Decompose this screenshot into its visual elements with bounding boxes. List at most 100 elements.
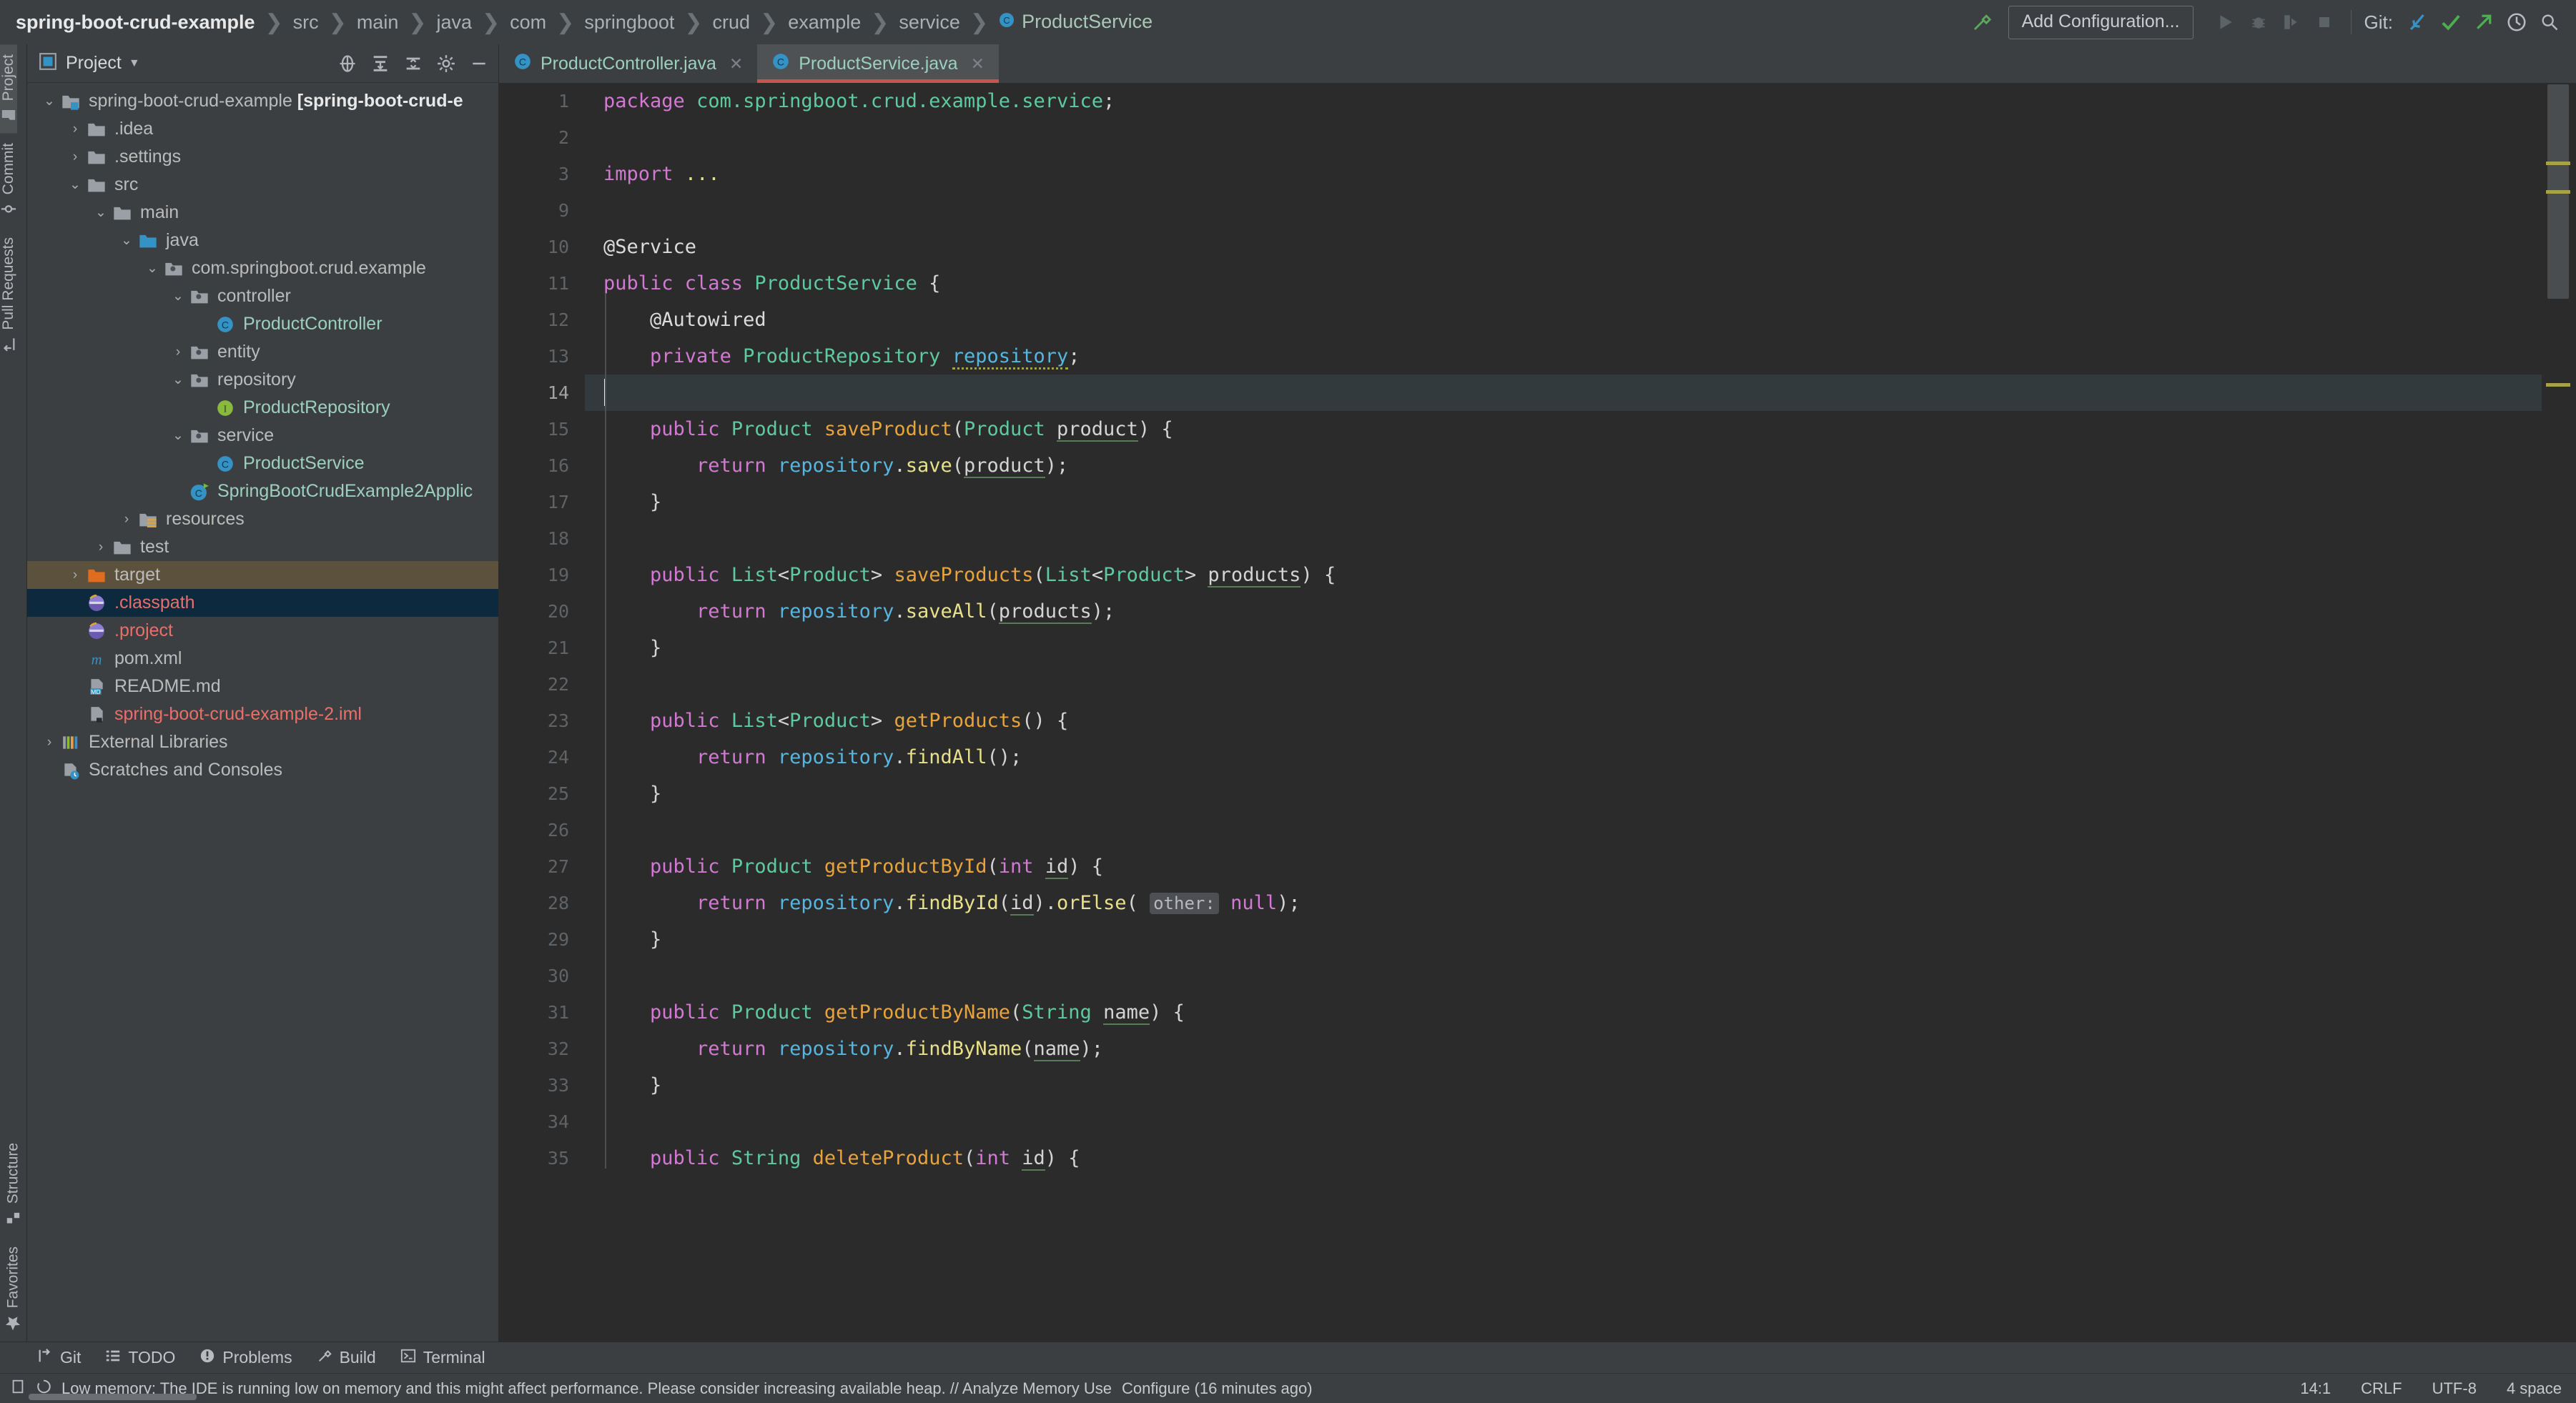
tree-node-com-springboot-crud-example[interactable]: ⌄com.springboot.crud.example	[27, 254, 498, 282]
chevron-right-icon[interactable]: ›	[92, 540, 110, 555]
tree-node-pom-xml[interactable]: ›mpom.xml	[27, 645, 498, 673]
collapse-all-icon[interactable]	[403, 53, 424, 74]
chevron-down-icon[interactable]: ⌄	[143, 260, 162, 277]
breadcrumb-item-com[interactable]: com	[507, 11, 549, 34]
tool-window-button-pull-requests[interactable]: Pull Requests	[0, 227, 17, 362]
bottom-tool-problems[interactable]: Problems	[199, 1348, 292, 1368]
tree-node-springbootcrudexample2applic[interactable]: ›CSpringBootCrudExample2Applic	[27, 477, 498, 505]
code-line[interactable]: @Service	[585, 229, 2542, 265]
encoding[interactable]: UTF-8	[2432, 1379, 2477, 1398]
code-line[interactable]	[585, 375, 2542, 411]
chevron-right-icon[interactable]: ›	[117, 512, 136, 527]
code-line[interactable]: }	[585, 921, 2542, 958]
select-opened-file-icon[interactable]	[337, 53, 358, 74]
code-line[interactable]	[585, 666, 2542, 703]
code-editor[interactable]: package com.springboot.crud.example.serv…	[585, 83, 2542, 1342]
chevron-right-icon[interactable]: ›	[169, 344, 187, 360]
code-line[interactable]: }	[585, 1067, 2542, 1104]
tree-node-spring-boot-crud-example-2-iml[interactable]: ›spring-boot-crud-example-2.iml	[27, 700, 498, 728]
chevron-down-icon[interactable]: ⌄	[92, 204, 110, 221]
project-tree-horizontal-scrollbar[interactable]	[29, 1394, 197, 1400]
indent-setting[interactable]: 4 space	[2507, 1379, 2562, 1398]
code-line[interactable]: return repository.saveAll(products);	[585, 593, 2542, 630]
code-line[interactable]: private ProductRepository repository;	[585, 338, 2542, 375]
inspection-marker[interactable]	[2546, 383, 2570, 387]
hammer-icon[interactable]	[1965, 6, 1998, 39]
tree-node-src[interactable]: ⌄src	[27, 171, 498, 199]
tree-node-test[interactable]: ›test	[27, 533, 498, 561]
code-line[interactable]	[585, 1104, 2542, 1140]
close-icon[interactable]: ✕	[729, 54, 743, 74]
search-icon[interactable]	[2533, 6, 2566, 39]
tool-window-button-structure[interactable]: Structure	[0, 1133, 26, 1236]
line-separator[interactable]: CRLF	[2361, 1379, 2402, 1398]
configure-link[interactable]: Configure (16 minutes ago)	[1122, 1379, 1313, 1398]
run-with-coverage-icon[interactable]	[2275, 6, 2308, 39]
git-commit-icon[interactable]	[2434, 6, 2467, 39]
code-line[interactable]: public class ProductService {	[585, 265, 2542, 302]
breadcrumb-item-java[interactable]: java	[433, 11, 475, 34]
code-line[interactable]: return repository.findByName(name);	[585, 1031, 2542, 1067]
inspection-marker[interactable]	[2546, 190, 2570, 194]
breadcrumb-item-springboot[interactable]: springboot	[581, 11, 677, 34]
tree-node--classpath[interactable]: ›.classpath	[27, 589, 498, 617]
editor-tab-productservice-java[interactable]: CProductService.java✕	[757, 44, 999, 83]
breadcrumb-item-main[interactable]: main	[354, 11, 402, 34]
bottom-tool-build[interactable]: Build	[317, 1348, 376, 1368]
project-tree[interactable]: ⌄spring-boot-crud-example [spring-boot-c…	[27, 83, 498, 1342]
code-line[interactable]: return repository.findAll();	[585, 739, 2542, 775]
chevron-right-icon[interactable]: ›	[40, 735, 59, 750]
code-line[interactable]: }	[585, 630, 2542, 666]
chevron-right-icon[interactable]: ›	[66, 149, 84, 165]
bottom-tool-terminal[interactable]: Terminal	[400, 1348, 485, 1368]
code-line[interactable]: public Product getProductById(int id) {	[585, 848, 2542, 885]
stop-icon[interactable]	[2308, 6, 2341, 39]
tree-node-spring-boot-crud-example[interactable]: ⌄spring-boot-crud-example [spring-boot-c…	[27, 87, 498, 115]
inspection-marker[interactable]	[2546, 162, 2570, 165]
breadcrumb-item-example[interactable]: example	[785, 11, 864, 34]
tree-node-repository[interactable]: ⌄repository	[27, 366, 498, 394]
code-line[interactable]	[585, 520, 2542, 557]
expand-all-icon[interactable]	[370, 53, 391, 74]
code-line[interactable]: return repository.findById(id).orElse( o…	[585, 885, 2542, 921]
code-line[interactable]: import ...	[585, 156, 2542, 192]
tree-node-productrepository[interactable]: ›IProductRepository	[27, 394, 498, 422]
code-line[interactable]: @Autowired	[585, 302, 2542, 338]
chevron-down-icon[interactable]: ⌄	[169, 372, 187, 388]
chevron-down-icon[interactable]: ⌄	[169, 427, 187, 444]
tree-node--project[interactable]: ›.project	[27, 617, 498, 645]
chevron-down-icon[interactable]: ⌄	[117, 232, 136, 249]
code-line[interactable]: public String deleteProduct(int id) {	[585, 1140, 2542, 1176]
chevron-down-icon[interactable]: ⌄	[40, 93, 59, 109]
code-line[interactable]: public List<Product> saveProducts(List<P…	[585, 557, 2542, 593]
gear-icon[interactable]	[435, 53, 457, 74]
bottom-tool-todo[interactable]: TODO	[105, 1348, 175, 1368]
run-icon[interactable]	[2209, 6, 2242, 39]
code-line[interactable]: public List<Product> getProducts() {	[585, 703, 2542, 739]
tree-node-productservice[interactable]: ›CProductService	[27, 450, 498, 477]
git-history-icon[interactable]	[2500, 6, 2533, 39]
chevron-right-icon[interactable]: ›	[66, 122, 84, 137]
code-line[interactable]	[585, 192, 2542, 229]
code-line[interactable]: }	[585, 775, 2542, 812]
editor-viewport[interactable]: 1239101112131415161718192021222324252627…	[499, 83, 2576, 1342]
git-push-icon[interactable]	[2467, 6, 2500, 39]
breadcrumb-item-service[interactable]: service	[896, 11, 963, 34]
debug-icon[interactable]	[2242, 6, 2275, 39]
memory-indicator-icon[interactable]	[10, 1378, 26, 1399]
tree-node--idea[interactable]: ›.idea	[27, 115, 498, 143]
chevron-down-icon[interactable]: ⌄	[169, 288, 187, 304]
tree-node-service[interactable]: ⌄service	[27, 422, 498, 450]
tree-node-entity[interactable]: ›entity	[27, 338, 498, 366]
chevron-down-icon[interactable]: ⌄	[66, 177, 84, 193]
code-line[interactable]	[585, 812, 2542, 848]
git-update-project-icon[interactable]	[2402, 6, 2434, 39]
tree-node-external-libraries[interactable]: ›External Libraries	[27, 728, 498, 756]
hide-icon[interactable]	[468, 53, 490, 74]
code-line[interactable]: return repository.save(product);	[585, 447, 2542, 484]
code-line[interactable]: package com.springboot.crud.example.serv…	[585, 83, 2542, 119]
tree-node-target[interactable]: ›target	[27, 561, 498, 589]
breadcrumb-item-productservice[interactable]: CProductService	[995, 11, 1155, 34]
code-line[interactable]	[585, 958, 2542, 994]
chevron-down-icon[interactable]: ▼	[129, 57, 140, 70]
